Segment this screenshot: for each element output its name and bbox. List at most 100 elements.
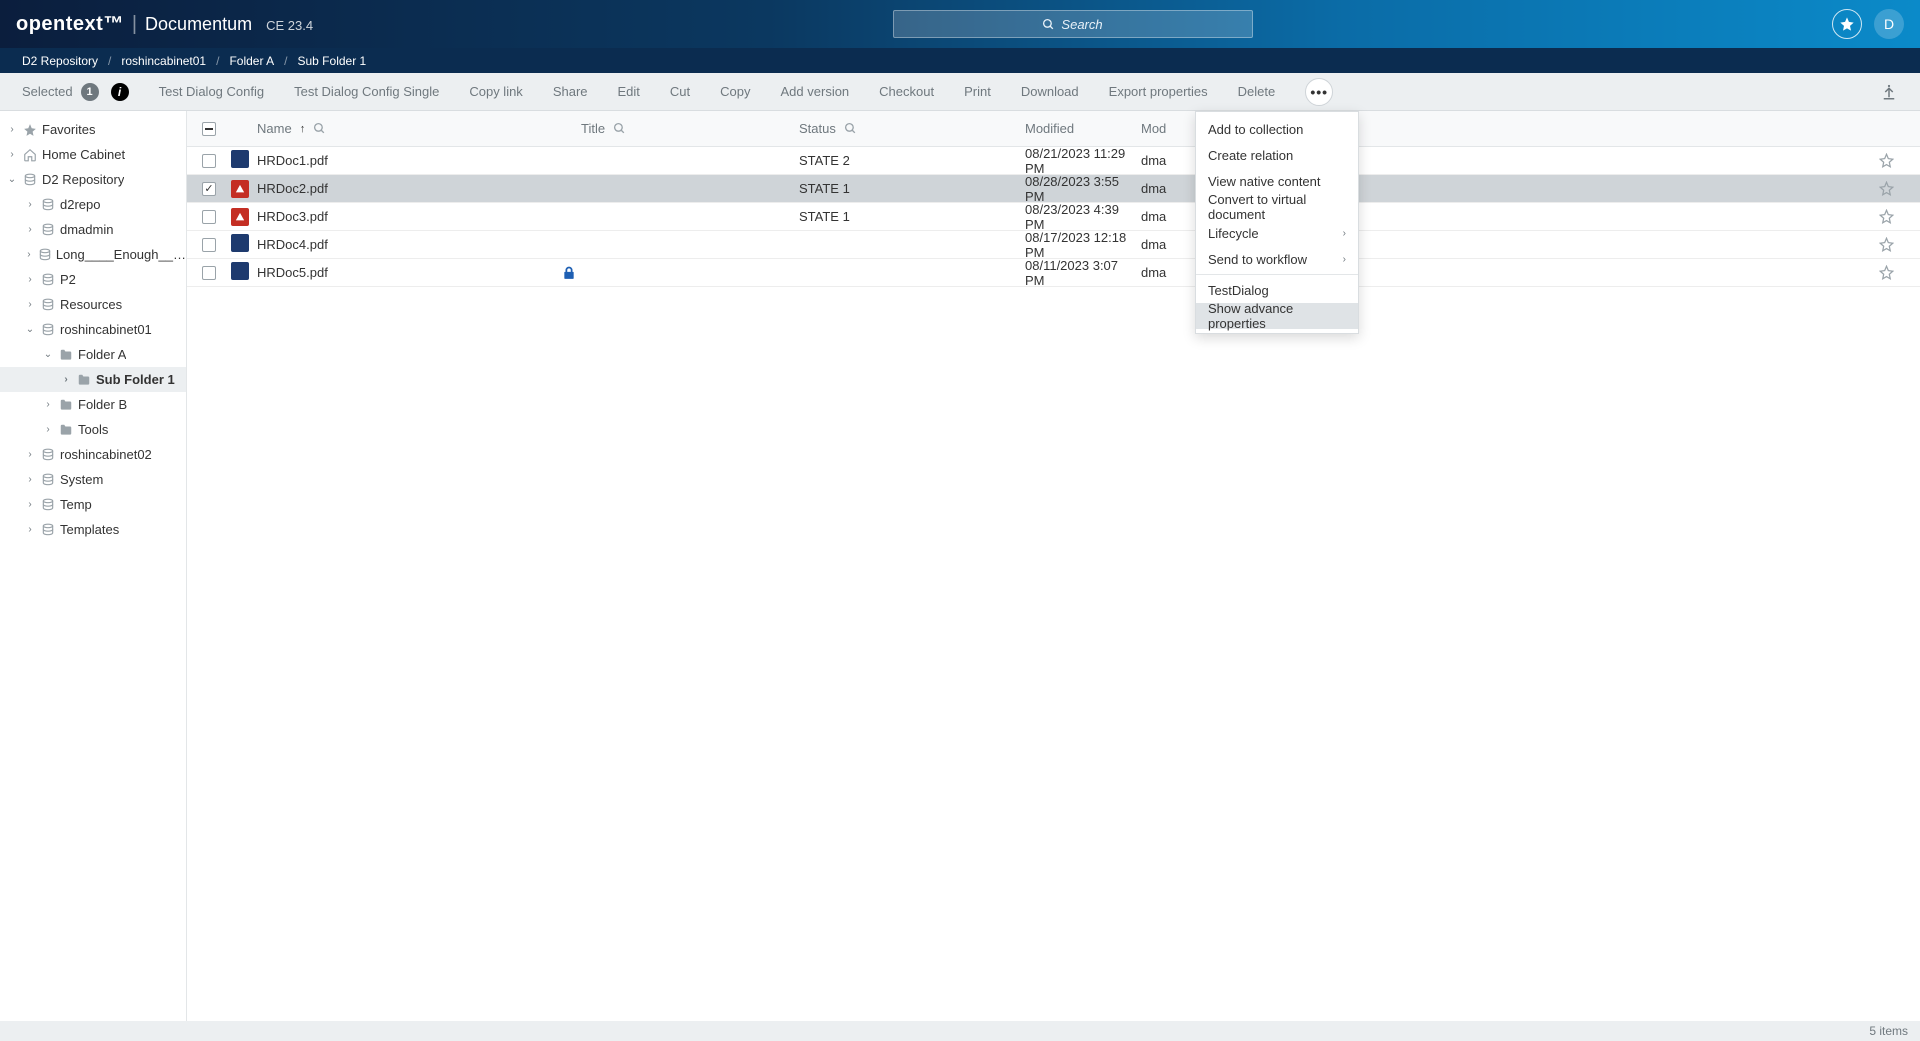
toolbar-action[interactable]: Test Dialog Config Single [294,84,439,99]
row-checkbox[interactable] [202,154,216,168]
chevron-right-icon[interactable]: › [24,249,34,260]
header-checkbox-cell [187,122,231,136]
chevron-down-icon[interactable]: ⌄ [6,174,18,185]
menu-item-label: Add to collection [1208,122,1303,137]
search-icon[interactable] [313,122,326,135]
tree-item[interactable]: ›System [0,467,186,492]
chevron-right-icon[interactable]: › [24,224,36,235]
chevron-right-icon[interactable]: › [6,124,18,135]
column-modified[interactable]: Modified [1025,121,1141,136]
favorite-icon[interactable] [1879,265,1894,280]
tree-item[interactable]: ›dmadmin [0,217,186,242]
chevron-right-icon[interactable]: › [24,474,36,485]
chevron-down-icon[interactable]: ⌄ [42,349,54,360]
tree-item[interactable]: ⌄ Folder A [0,342,186,367]
chevron-right-icon[interactable]: › [24,299,36,310]
menu-item[interactable]: View native content [1196,168,1358,194]
row-checkbox[interactable] [202,182,216,196]
toolbar-action[interactable]: Cut [670,84,690,99]
status-bar: 5 items [0,1021,1920,1041]
chevron-right-icon[interactable]: › [24,274,36,285]
toolbar-action[interactable]: Delete [1238,84,1276,99]
column-status[interactable]: Status [799,121,1025,136]
row-checkbox[interactable] [202,238,216,252]
chevron-right-icon[interactable]: › [24,524,36,535]
row-checkbox[interactable] [202,266,216,280]
tree-item[interactable]: ›d2repo [0,192,186,217]
tree-item[interactable]: ›Home Cabinet [0,142,186,167]
info-icon[interactable]: i [111,83,129,101]
favorite-icon[interactable] [1879,153,1894,168]
column-name[interactable]: Name ↑ [257,121,557,136]
favorites-button[interactable] [1832,9,1862,39]
toolbar-action[interactable]: Test Dialog Config [159,84,265,99]
table-row[interactable]: HRDoc3.pdfSTATE 108/23/2023 4:39 PMdma [187,203,1920,231]
chevron-right-icon[interactable]: › [42,399,54,410]
folder-icon [58,347,74,363]
favorite-icon[interactable] [1879,209,1894,224]
row-checkbox[interactable] [202,210,216,224]
chevron-right-icon[interactable]: › [24,499,36,510]
tree-item[interactable]: ›Folder B [0,392,186,417]
toolbar-action[interactable]: Print [964,84,991,99]
menu-item[interactable]: TestDialog [1196,277,1358,303]
toolbar-action[interactable]: Edit [618,84,640,99]
upload-button[interactable] [1880,83,1898,101]
avatar[interactable]: D [1874,9,1904,39]
toolbar-action[interactable]: Checkout [879,84,934,99]
breadcrumb-item[interactable]: Sub Folder 1 [298,54,367,68]
menu-item[interactable]: Add to collection [1196,116,1358,142]
breadcrumb-item[interactable]: roshincabinet01 [121,54,206,68]
toolbar-action[interactable]: Add version [781,84,850,99]
table-row[interactable]: HRDoc5.pdf08/11/2023 3:07 PMdma [187,259,1920,287]
toolbar-action[interactable]: Download [1021,84,1079,99]
menu-item[interactable]: Create relation [1196,142,1358,168]
tree-item[interactable]: ›Temp [0,492,186,517]
modified-date: 08/17/2023 12:18 PM [1025,230,1126,260]
tree-item[interactable]: ⌄roshincabinet01 [0,317,186,342]
column-title[interactable]: Title [581,121,799,136]
chevron-down-icon[interactable]: ⌄ [24,324,36,335]
tree-item[interactable]: ›Tools [0,417,186,442]
tree-item[interactable]: ⌄ D2 Repository [0,167,186,192]
search-input[interactable]: Search [893,10,1253,38]
tree-item[interactable]: ›Long____Enough____Ca... [0,242,186,267]
menu-item[interactable]: Send to workflow› [1196,246,1358,272]
tree-item[interactable]: ›Templates [0,517,186,542]
toolbar-action[interactable]: Share [553,84,588,99]
tree-item[interactable]: ›Sub Folder 1 [0,367,186,392]
selected-label: Selected [22,84,73,99]
menu-item[interactable]: Show advance properties [1196,303,1358,329]
db-icon [40,472,56,488]
breadcrumb-item[interactable]: D2 Repository [22,54,98,68]
more-actions-button[interactable]: ••• [1305,78,1333,106]
search-icon[interactable] [844,122,857,135]
db-icon [40,447,56,463]
tree-item[interactable]: ›roshincabinet02 [0,442,186,467]
toolbar-action[interactable]: Copy [720,84,750,99]
chevron-right-icon[interactable]: › [24,449,36,460]
tree-item-label: Folder A [78,347,126,362]
table-row[interactable]: HRDoc4.pdf08/17/2023 12:18 PMdma [187,231,1920,259]
column-modified-by[interactable]: Mod [1141,121,1201,136]
favorite-icon[interactable] [1879,237,1894,252]
breadcrumb-item[interactable]: Folder A [229,54,274,68]
db-icon [38,247,52,263]
toolbar-action[interactable]: Export properties [1109,84,1208,99]
chevron-right-icon[interactable]: › [6,149,18,160]
menu-item[interactable]: Lifecycle› [1196,220,1358,246]
tree-item-label: D2 Repository [42,172,124,187]
select-all-checkbox[interactable] [202,122,216,136]
tree-item[interactable]: ›P2 [0,267,186,292]
menu-item[interactable]: Convert to virtual document [1196,194,1358,220]
table-row[interactable]: HRDoc2.pdfSTATE 108/28/2023 3:55 PMdma [187,175,1920,203]
table-row[interactable]: HRDoc1.pdfSTATE 208/21/2023 11:29 PMdma [187,147,1920,175]
favorite-icon[interactable] [1879,181,1894,196]
chevron-right-icon[interactable]: › [24,199,36,210]
chevron-right-icon[interactable]: › [42,424,54,435]
tree-item[interactable]: ›Favorites [0,117,186,142]
chevron-right-icon[interactable]: › [60,374,72,385]
toolbar-action[interactable]: Copy link [469,84,522,99]
search-icon[interactable] [613,122,626,135]
tree-item[interactable]: ›Resources [0,292,186,317]
